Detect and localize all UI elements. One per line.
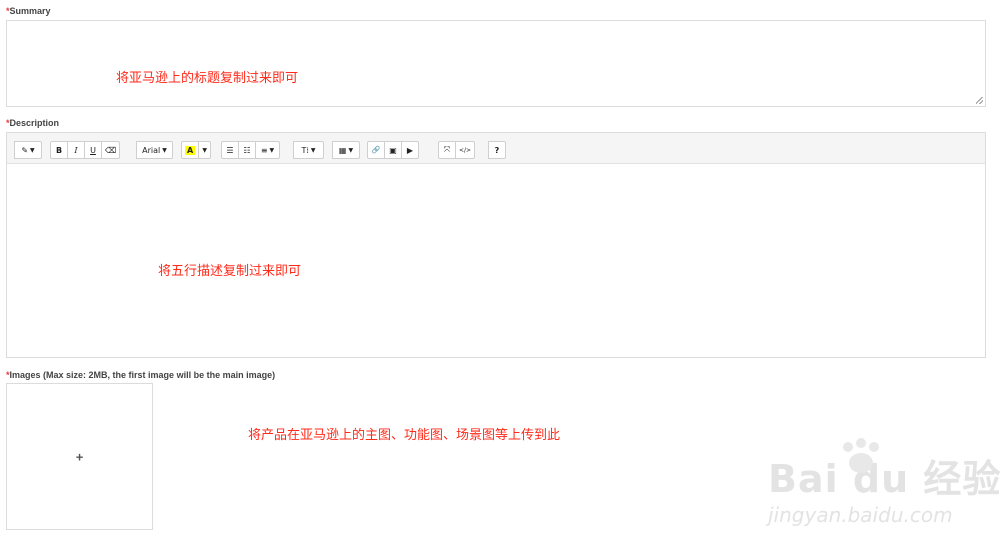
link-icon: 🔗 [371, 146, 381, 154]
description-note: 将五行描述复制过来即可 [158, 264, 302, 279]
text-color-icon: A [185, 145, 196, 155]
unordered-list-button[interactable]: ☰ [221, 141, 239, 159]
ordered-list-button[interactable]: ☷ [238, 141, 256, 159]
unordered-list-icon: ☰ [226, 145, 234, 155]
description-editor: ✎ ▼ B I U ⌫ Arial ▼ A ▼ ☰ ☷ ≡ ▼ T⁞ ▼ ▦ ▼ 🔗 ▣ [6, 132, 986, 358]
description-label: *Description [6, 118, 59, 128]
paw-watermark-icon [843, 438, 879, 473]
summary-label: *Summary [6, 6, 51, 16]
font-family-dropdown[interactable]: Arial ▼ [136, 141, 173, 159]
baidu-watermark-logo: Bai du 经验 [768, 457, 1000, 501]
images-label: *Images (Max size: 2MB, the first image … [6, 370, 275, 380]
picture-icon: ▣ [389, 145, 397, 155]
paragraph-align-dropdown[interactable]: ≡ ▼ [255, 141, 280, 159]
description-label-text: Description [9, 118, 60, 128]
image-upload-box[interactable]: + [6, 383, 153, 530]
fullscreen-button[interactable]: ⤧ [438, 141, 456, 159]
help-button[interactable]: ? [488, 141, 506, 159]
text-size-icon: T⁞ [301, 145, 309, 155]
text-color-button[interactable]: A [181, 141, 200, 159]
bold-button[interactable]: B [50, 141, 68, 159]
summary-textarea[interactable] [6, 20, 986, 107]
images-label-text: Images (Max size: 2MB, the first image w… [9, 370, 276, 380]
table-icon: ▦ [338, 145, 347, 155]
images-note: 将产品在亚马逊上的主图、功能图、场景图等上传到此 [248, 428, 561, 443]
magic-wand-icon: ✎ [21, 145, 29, 155]
summary-note: 将亚马逊上的标题复制过来即可 [116, 71, 299, 86]
eraser-icon: ⌫ [105, 145, 117, 155]
resize-handle-icon[interactable] [976, 97, 983, 104]
insert-link-button[interactable]: 🔗 [367, 141, 385, 159]
text-color-dropdown[interactable]: ▼ [198, 141, 212, 159]
summary-label-text: Summary [9, 6, 51, 16]
ordered-list-icon: ☷ [243, 145, 251, 155]
fullscreen-icon: ⤧ [443, 145, 451, 154]
editor-content-area[interactable] [7, 164, 985, 357]
code-view-button[interactable]: </> [455, 141, 476, 159]
italic-button[interactable]: I [67, 141, 85, 159]
underline-button[interactable]: U [84, 141, 102, 159]
eraser-button[interactable]: ⌫ [101, 141, 121, 159]
insert-video-button[interactable]: ▶ [401, 141, 419, 159]
insert-picture-button[interactable]: ▣ [384, 141, 402, 159]
help-icon: ? [494, 145, 500, 155]
style-dropdown-button[interactable]: ✎ ▼ [14, 141, 42, 159]
video-icon: ▶ [406, 145, 414, 155]
plus-icon: + [75, 449, 84, 464]
editor-toolbar: ✎ ▼ B I U ⌫ Arial ▼ A ▼ ☰ ☷ ≡ ▼ T⁞ ▼ ▦ ▼ 🔗 ▣ [7, 133, 985, 164]
text-size-dropdown[interactable]: T⁞ ▼ [293, 141, 324, 159]
code-icon: </> [459, 146, 472, 154]
table-dropdown[interactable]: ▦ ▼ [332, 141, 360, 159]
align-icon: ≡ [260, 145, 268, 155]
watermark-url: jingyan.baidu.com [768, 503, 953, 527]
